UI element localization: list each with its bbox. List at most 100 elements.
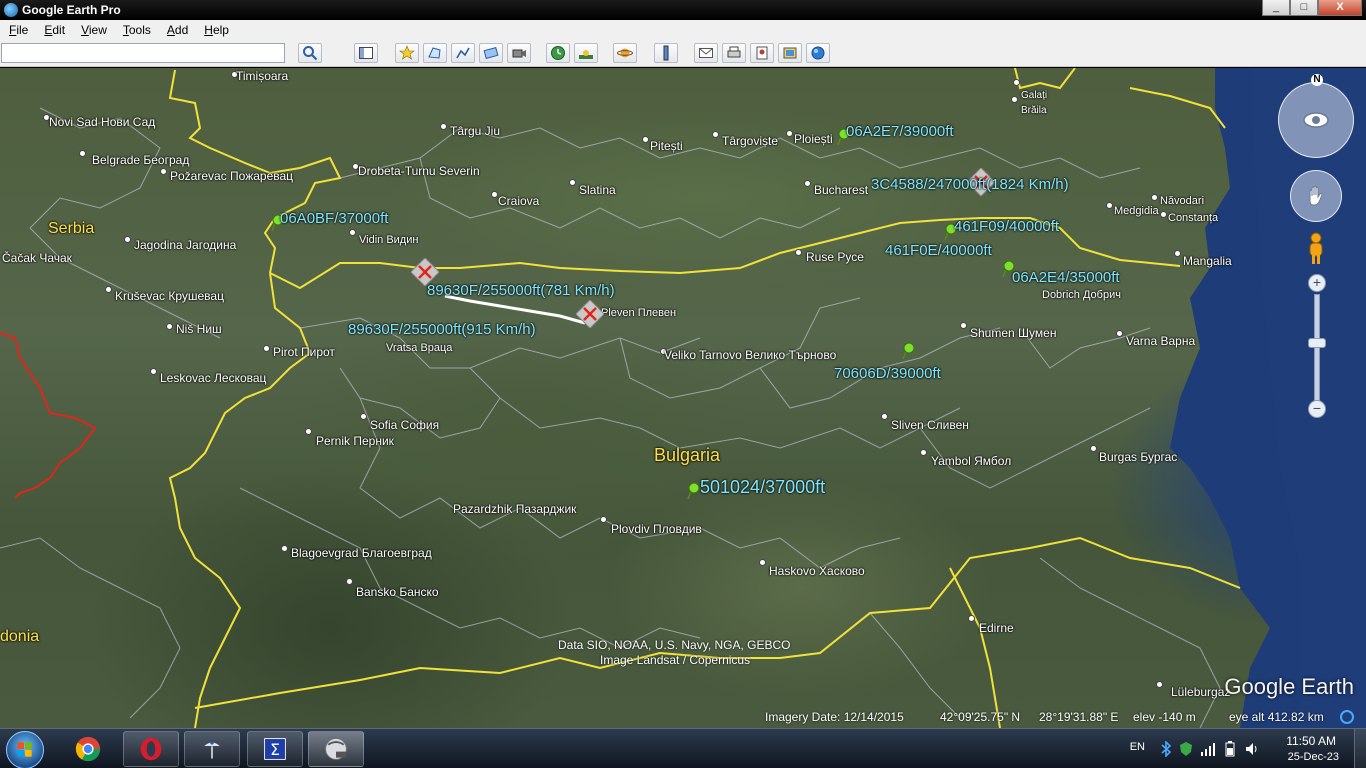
menu-help[interactable]: Help <box>195 23 236 37</box>
record-tour-button[interactable] <box>507 43 531 63</box>
flight-label[interactable]: 3C4588/247000ft(1824 Km/h) <box>871 176 1069 193</box>
earth-gallery-icon <box>811 46 825 60</box>
earth-view[interactable]: Serbia Bulgaria donia Timișoara Novi Sad… <box>0 68 1366 728</box>
flight-label[interactable]: 06A2E4/35000ft <box>1012 269 1120 286</box>
zoom-slider-thumb[interactable] <box>1308 338 1326 348</box>
flight-label[interactable]: 461F09/40000ft <box>954 218 1059 235</box>
navigation-controls: N + − <box>1278 74 1358 424</box>
place-label: Veliko Tarnovo Велико Търново <box>664 348 837 362</box>
serbia-bulgaria-border <box>168 272 312 728</box>
place-label: Pitești <box>650 139 683 153</box>
place-label: Edirne <box>979 621 1014 635</box>
add-placemark-button[interactable] <box>395 43 419 63</box>
place-dot <box>804 180 811 187</box>
street-view-pegman-icon[interactable] <box>1304 232 1328 266</box>
sidebar-icon <box>359 47 373 59</box>
flight-label[interactable]: 70606D/39000ft <box>834 365 941 382</box>
planets-button[interactable] <box>613 43 637 63</box>
ruler-button[interactable] <box>654 43 678 63</box>
email-button[interactable] <box>694 43 718 63</box>
menu-view[interactable]: View <box>72 23 114 37</box>
window-title: Google Earth Pro <box>22 3 121 17</box>
flight-label[interactable]: 89630F/255000ft(781 Km/h) <box>427 282 615 299</box>
add-image-overlay-button[interactable] <box>479 43 503 63</box>
flight-label[interactable]: 89630F/255000ft(915 Km/h) <box>348 321 536 338</box>
place-label: Constanța <box>1168 212 1219 224</box>
historical-imagery-button[interactable] <box>546 43 570 63</box>
close-button[interactable]: X <box>1318 0 1362 16</box>
north-indicator[interactable]: N <box>1311 74 1323 86</box>
flight-label[interactable]: 06A2E7/39000ft <box>846 123 954 140</box>
taskbar-google-earth-pro[interactable] <box>308 731 364 767</box>
taskbar-app-3[interactable]: Σ <box>247 731 303 767</box>
search-input[interactable] <box>1 43 285 63</box>
search-button[interactable] <box>298 43 322 63</box>
show-desktop-button[interactable] <box>1354 729 1366 768</box>
longitude: 28°19'31.88" E <box>1039 710 1119 724</box>
clock-date[interactable]: 25-Dec-23 <box>1288 751 1339 763</box>
taskbar-app-2[interactable] <box>184 731 240 767</box>
flight-label[interactable]: 06A0BF/37000ft <box>280 210 388 227</box>
status-bar: Imagery Date: 12/14/2015 42°09'25.75" N … <box>0 706 1366 728</box>
elevation: elev -140 m <box>1133 710 1196 724</box>
title-bar: Google Earth Pro _ □ X <box>0 0 1366 20</box>
earth-gallery-button[interactable] <box>806 43 830 63</box>
menu-edit[interactable]: Edit <box>35 23 72 37</box>
south-border <box>194 536 1241 709</box>
maximize-button[interactable]: □ <box>1290 0 1318 16</box>
taskbar-opera[interactable] <box>123 731 179 767</box>
sidebar-button[interactable] <box>354 43 378 63</box>
zoom-in-button[interactable]: + <box>1308 274 1326 292</box>
svg-text:Σ: Σ <box>270 741 280 759</box>
add-path-button[interactable] <box>451 43 475 63</box>
record-tour-icon <box>512 49 526 58</box>
place-dot <box>795 249 802 256</box>
pushpin-icon[interactable] <box>899 342 915 360</box>
print-button[interactable] <box>722 43 746 63</box>
place-dot <box>1160 211 1167 218</box>
place-label: Ploiești <box>794 132 833 146</box>
input-language[interactable]: EN <box>1130 741 1145 753</box>
opera-icon <box>140 737 162 761</box>
security-icon[interactable] <box>1178 741 1194 757</box>
place-dot <box>600 516 607 523</box>
minimize-button[interactable]: _ <box>1262 0 1290 16</box>
place-dot <box>160 168 167 175</box>
view-in-maps-button[interactable] <box>778 43 802 63</box>
aircraft-x-icon[interactable] <box>576 300 604 328</box>
north-border <box>1014 68 1076 90</box>
sunlight-icon <box>579 50 593 59</box>
sunlight-button[interactable] <box>574 43 598 63</box>
image-overlay-icon <box>483 46 499 60</box>
clock-time[interactable]: 11:50 AM <box>1286 734 1336 748</box>
menu-add[interactable]: Add <box>158 23 195 37</box>
place-label: Varna Варна <box>1126 334 1196 348</box>
volume-icon[interactable] <box>1244 741 1260 757</box>
save-image-button[interactable] <box>750 43 774 63</box>
place-dot <box>960 322 967 329</box>
bluetooth-icon[interactable] <box>1159 741 1173 757</box>
zoom-slider[interactable] <box>1314 294 1320 404</box>
place-label: Galați <box>1021 90 1048 101</box>
menu-file[interactable]: File <box>0 23 35 37</box>
pushpin-icon[interactable] <box>684 482 700 500</box>
network-signal-icon[interactable] <box>1200 741 1216 757</box>
print-icon <box>727 46 741 58</box>
add-polygon-button[interactable] <box>423 43 447 63</box>
flight-label[interactable]: 501024/37000ft <box>700 477 825 498</box>
menu-tools[interactable]: Tools <box>114 23 158 37</box>
place-label: Kruševac Крушевац <box>115 289 224 303</box>
flight-label[interactable]: 461F0E/40000ft <box>885 242 992 259</box>
planets-icon <box>617 48 633 58</box>
place-dot <box>281 545 288 552</box>
place-dot <box>1013 79 1020 86</box>
place-dot <box>105 286 112 293</box>
zoom-out-button[interactable]: − <box>1308 400 1326 418</box>
place-label: Blagoevgrad Благоевград <box>291 546 432 560</box>
start-button[interactable] <box>6 731 44 768</box>
taskbar-chrome[interactable] <box>60 731 116 767</box>
window-controls: _ □ X <box>1262 0 1362 16</box>
place-dot <box>968 615 975 622</box>
place-label: Timișoara <box>236 69 289 83</box>
battery-icon[interactable] <box>1222 741 1238 757</box>
